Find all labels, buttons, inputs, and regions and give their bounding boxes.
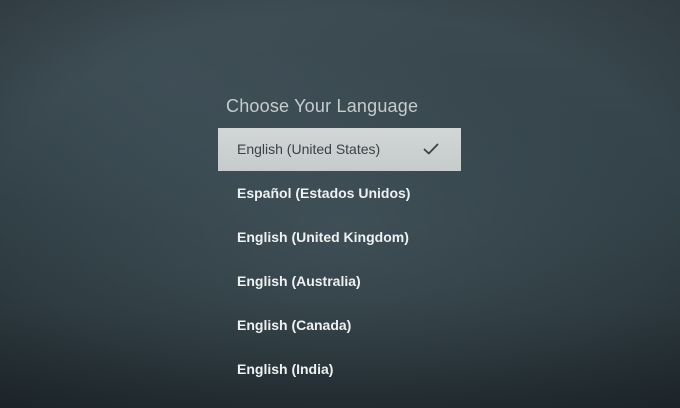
language-option-label: English (Australia) — [237, 273, 361, 289]
language-option-english-india[interactable]: English (India) — [218, 347, 461, 391]
language-option-espanol-estados-unidos[interactable]: Español (Estados Unidos) — [218, 171, 461, 215]
language-option-label: Español (Estados Unidos) — [237, 185, 411, 201]
language-list: English (United States) Español (Estados… — [218, 128, 461, 391]
language-option-label: English (United Kingdom) — [237, 229, 409, 245]
language-option-english-canada[interactable]: English (Canada) — [218, 303, 461, 347]
language-option-english-australia[interactable]: English (Australia) — [218, 259, 461, 303]
page-title: Choose Your Language — [226, 96, 419, 116]
language-selection-screen: Choose Your Language English (United Sta… — [0, 0, 680, 408]
language-option-label: English (United States) — [237, 141, 381, 157]
language-option-label: English (India) — [237, 361, 334, 377]
language-option-label: English (Canada) — [237, 317, 352, 333]
language-option-english-united-states[interactable]: English (United States) — [218, 128, 461, 171]
language-option-english-united-kingdom[interactable]: English (United Kingdom) — [218, 215, 461, 259]
checkmark-icon — [423, 143, 439, 155]
